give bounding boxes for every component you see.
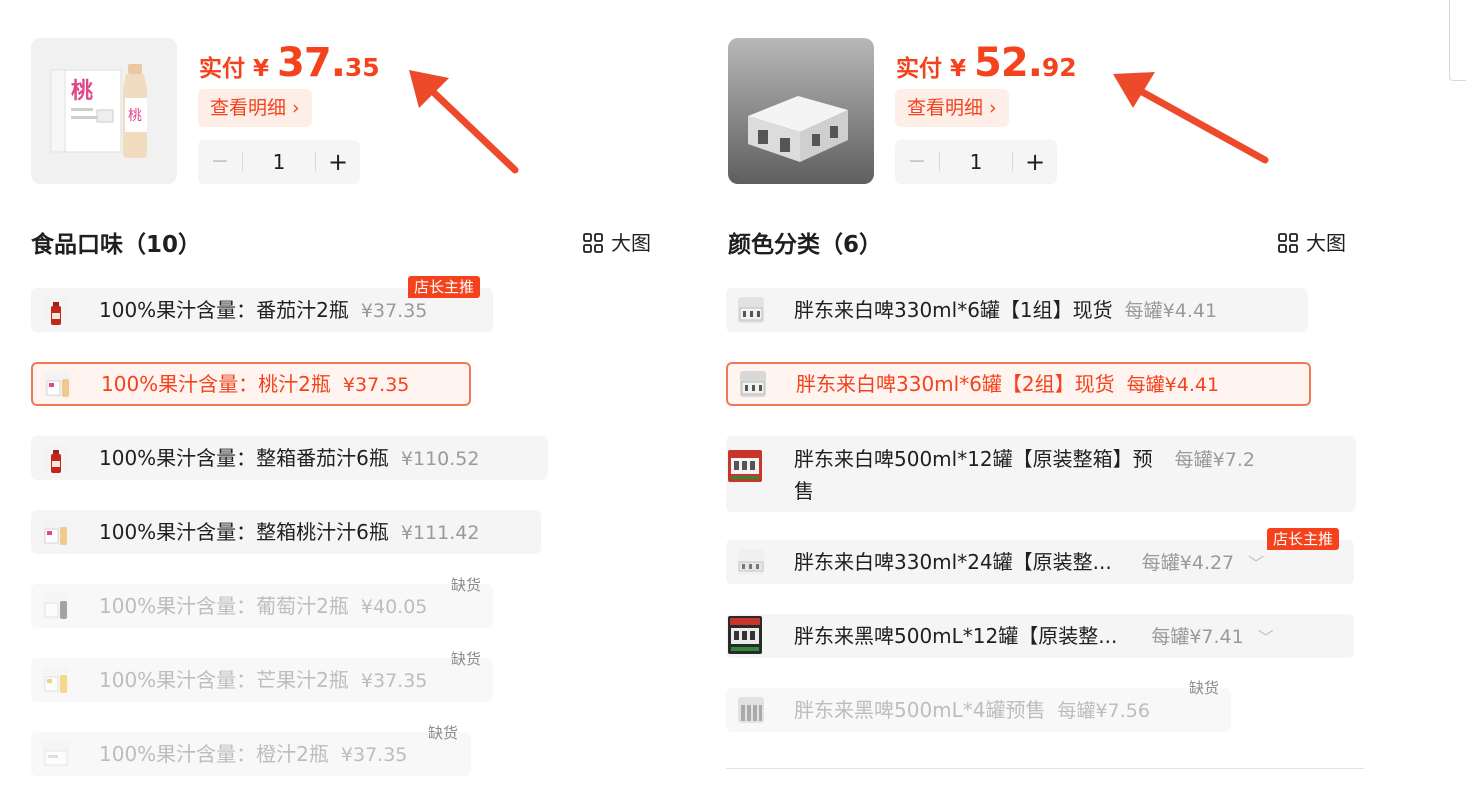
dark-beer-12pack-thumbnail <box>728 616 762 654</box>
paid-price-decimal: 35 <box>344 53 380 82</box>
increase-button[interactable]: + <box>1013 140 1057 184</box>
sku-option-price: ¥37.35 <box>360 670 428 692</box>
sku-option-price: ¥40.05 <box>360 596 428 618</box>
big-image-toggle[interactable]: 大图 <box>1278 227 1346 256</box>
chevron-down-icon[interactable]: ﹀ <box>1258 628 1274 647</box>
sku-option-price: 每罐¥7.41 <box>1151 626 1244 648</box>
quantity-stepper: − 1 + <box>198 140 360 184</box>
sku-option-label: 100%果汁含量：整箱番茄汁6瓶 <box>99 446 389 470</box>
sku-option-price: ¥37.35 <box>340 744 408 766</box>
svg-text:桃: 桃 <box>71 79 93 104</box>
recommend-badge: 店长主推 <box>408 276 481 298</box>
sku-option-price: 每罐¥4.41 <box>1126 374 1220 396</box>
quantity-stepper: − 1 + <box>895 140 1057 184</box>
out-of-stock-badge: 缺货 <box>451 576 482 594</box>
svg-text:桃: 桃 <box>128 108 142 124</box>
sku-option-label: 100%果汁含量：整箱桃汁汁6瓶 <box>99 520 389 544</box>
peach-juice-thumbnail <box>45 371 71 397</box>
grape-juice-thumbnail <box>43 593 69 619</box>
orange-juice-thumbnail <box>43 741 69 767</box>
beer-12pack-thumbnail <box>728 450 762 482</box>
right-sku-panel: 实付 ¥ 52.92 查看明细 › − 1 + 颜色分类（6） 大图 胖东来白啤… <box>700 0 1390 774</box>
view-details-button[interactable]: 查看明细 › <box>198 89 312 127</box>
sku-option[interactable]: 胖东来白啤330ml*6罐【1组】现货 每罐¥4.41 <box>726 288 1308 332</box>
sku-option-price: 每罐¥7.56 <box>1057 700 1150 722</box>
sku-option-label: 100%果汁含量：橙汁2瓶 <box>99 742 329 766</box>
sku-option-out-of-stock[interactable]: 100%果汁含量：芒果汁2瓶 ¥37.35 <box>31 658 493 702</box>
annotation-arrow-icon <box>409 70 519 174</box>
paid-price-label: 实付 ¥ <box>199 56 278 82</box>
annotation-arrow-icon <box>1113 72 1269 164</box>
out-of-stock-badge: 缺货 <box>428 724 459 742</box>
sku-option-price: 每罐¥4.27 <box>1141 552 1235 574</box>
sku-option-label-continued: 售 <box>794 479 814 503</box>
paid-price: 实付 ¥ 37.35 <box>199 40 380 86</box>
product-thumbnail-beer[interactable] <box>728 38 874 184</box>
sku-option-label: 胖东来白啤500ml*12罐【原装整箱】预 <box>794 447 1153 471</box>
sku-option-label: 胖东来白啤330ml*6罐【1组】现货 <box>794 298 1113 322</box>
tomato-juice-box-thumbnail <box>43 445 69 473</box>
sku-option[interactable]: 100%果汁含量：整箱桃汁汁6瓶 ¥111.42 <box>31 510 541 554</box>
beer-24pack-thumbnail <box>738 549 764 575</box>
grid-icon <box>1278 233 1298 253</box>
section-title-flavor: 食品口味（10） <box>31 232 202 258</box>
product-thumbnail-peach-juice[interactable]: 桃 桃 <box>31 38 177 184</box>
decrease-button[interactable]: − <box>198 140 242 184</box>
out-of-stock-badge: 缺货 <box>451 650 482 668</box>
beer-6pack-thumbnail <box>738 297 764 323</box>
view-details-button[interactable]: 查看明细 › <box>895 89 1009 127</box>
mango-juice-thumbnail <box>43 667 69 693</box>
sku-option-selected[interactable]: 胖东来白啤330ml*6罐【2组】现货 每罐¥4.41 <box>726 362 1311 406</box>
sku-option-price: ¥37.35 <box>360 300 428 322</box>
sku-option-label: 胖东来白啤330ml*6罐【2组】现货 <box>796 372 1115 396</box>
big-image-toggle[interactable]: 大图 <box>583 227 651 256</box>
sku-option-label: 100%果汁含量：桃汁2瓶 <box>101 372 331 396</box>
increase-button[interactable]: + <box>316 140 360 184</box>
quantity-value[interactable]: 1 <box>940 140 1012 184</box>
adjacent-window-edge <box>1449 0 1466 81</box>
recommend-badge: 店长主推 <box>1267 528 1340 550</box>
dark-beer-4pack-thumbnail <box>738 697 764 723</box>
sku-option-label: 胖东来黑啤500mL*12罐【原装整... <box>794 624 1118 648</box>
section-title-variant: 颜色分类（6） <box>728 232 883 258</box>
sku-option[interactable]: 100%果汁含量：整箱番茄汁6瓶 ¥110.52 <box>31 436 548 480</box>
sku-option-out-of-stock[interactable]: 100%果汁含量：橙汁2瓶 ¥37.35 <box>31 732 471 776</box>
sku-option-label: 胖东来黑啤500mL*4罐预售 <box>794 698 1046 722</box>
tomato-juice-thumbnail <box>43 297 69 325</box>
big-image-label: 大图 <box>611 231 651 255</box>
left-sku-panel: 桃 桃 实付 ¥ 37.35 查看明细 › − 1 + 食品口味（10） 大图 <box>0 0 700 776</box>
sku-option-label: 100%果汁含量：芒果汁2瓶 <box>99 668 349 692</box>
sku-option-price: ¥37.35 <box>342 374 410 396</box>
sku-option-label: 胖东来白啤330ml*24罐【原装整... <box>794 550 1112 574</box>
beer-product-image <box>728 38 874 184</box>
sku-option-selected[interactable]: 100%果汁含量：桃汁2瓶 ¥37.35 <box>31 362 471 406</box>
grid-icon <box>583 233 603 253</box>
sku-option-price: ¥110.52 <box>400 448 480 470</box>
beer-6pack-thumbnail <box>740 371 766 397</box>
decrease-button[interactable]: − <box>895 140 939 184</box>
paid-price: 实付 ¥ 52.92 <box>896 40 1077 86</box>
big-image-label: 大图 <box>1306 231 1346 255</box>
sku-option-price: 每罐¥4.41 <box>1124 300 1218 322</box>
sku-option-label: 100%果汁含量：葡萄汁2瓶 <box>99 594 349 618</box>
paid-price-integer: 37. <box>277 40 346 86</box>
peach-juice-product-image: 桃 桃 <box>31 38 177 184</box>
sku-option[interactable]: 胖东来白啤330ml*24罐【原装整... 每罐¥4.27 ﹀ <box>726 540 1354 584</box>
sku-option-out-of-stock[interactable]: 胖东来黑啤500mL*4罐预售 每罐¥7.56 <box>726 688 1231 732</box>
paid-price-integer: 52. <box>974 40 1043 86</box>
paid-price-label: 实付 ¥ <box>896 56 975 82</box>
sku-option-price: 每罐¥7.2 <box>1174 449 1255 471</box>
sku-option[interactable]: 胖东来黑啤500mL*12罐【原装整... 每罐¥7.41 ﹀ <box>726 614 1354 658</box>
sku-option-out-of-stock[interactable]: 100%果汁含量：葡萄汁2瓶 ¥40.05 <box>31 584 493 628</box>
sku-option-label: 100%果汁含量：番茄汁2瓶 <box>99 298 349 322</box>
sku-option[interactable]: 胖东来白啤500ml*12罐【原装整箱】预 每罐¥7.2 售 <box>726 436 1356 512</box>
chevron-down-icon[interactable]: ﹀ <box>1248 554 1264 573</box>
divider <box>726 768 1364 769</box>
quantity-value[interactable]: 1 <box>243 140 315 184</box>
out-of-stock-badge: 缺货 <box>1189 679 1220 697</box>
paid-price-decimal: 92 <box>1041 53 1077 82</box>
sku-option-price: ¥111.42 <box>400 522 480 544</box>
peach-juice-box-thumbnail <box>43 519 69 545</box>
